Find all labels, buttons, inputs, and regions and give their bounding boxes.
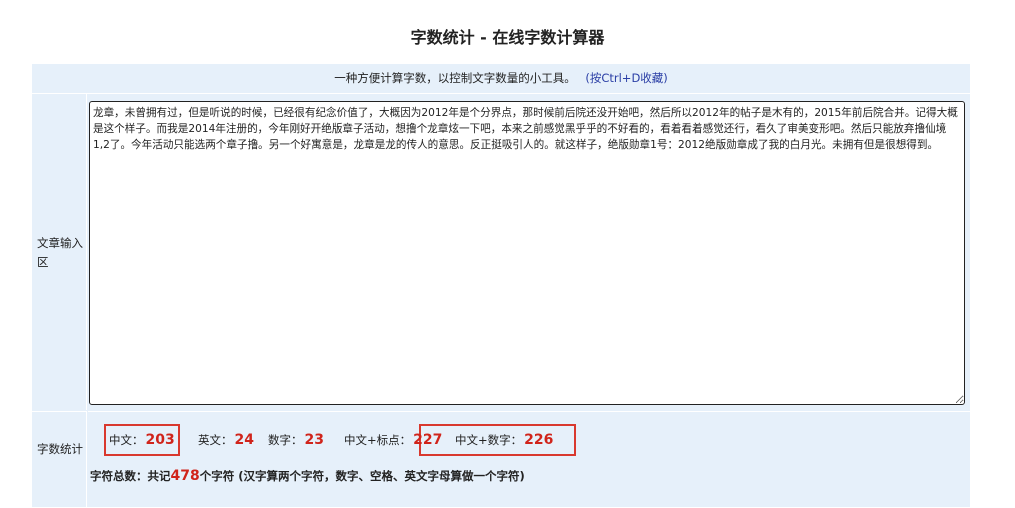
input-area-cell [88,94,970,410]
english-count-label: 英文： [198,433,233,447]
english-count-value: 24 [234,432,254,448]
input-area-label-cell: 文章输入区 [32,94,87,410]
chinese-punct-count-value: 227 [413,432,443,448]
chinese-digits-count: 中文+数字： 226 [455,432,553,448]
total-suffix: 个字符 (汉字算两个字符，数字、空格、英文字母算做一个字符) [199,469,525,483]
chinese-count-value: 203 [145,432,175,448]
chinese-punct-count-label: 中文+标点： [344,433,412,447]
digits-count-label: 数字： [268,433,303,447]
digits-count-value: 23 [304,432,324,448]
article-input[interactable] [89,101,965,405]
word-count-tool: 一种方便计算字数，以控制文字数量的小工具。 (按Ctrl+D收藏) 文章输入区 … [32,64,970,507]
chinese-count: 中文： 203 [109,432,175,448]
stats-cell: 中文： 203 英文： 24 数字： 23 中文+标点： 227 中文+数字： 226 字… [88,411,970,508]
chinese-digits-count-value: 226 [524,432,554,448]
chinese-punct-count: 中文+标点： 227 [344,432,442,448]
chinese-digits-count-label: 中文+数字： [455,433,523,447]
total-prefix: 字符总数：共记 [90,469,171,483]
stats-label: 字数统计 [37,442,83,456]
tool-subtitle-row: 一种方便计算字数，以控制文字数量的小工具。 (按Ctrl+D收藏) [32,64,970,94]
page-title: 字数统计 - 在线字数计算器 [410,28,605,47]
input-area-label: 文章输入区 [37,236,83,269]
favorite-hint: (按Ctrl+D收藏) [585,71,668,85]
tool-subtitle: 一种方便计算字数，以控制文字数量的小工具。 [334,71,576,85]
stats-label-cell: 字数统计 [32,411,87,507]
digits-count: 数字： 23 [268,432,324,448]
total-characters: 字符总数：共记478个字符 (汉字算两个字符，数字、空格、英文字母算做一个字符) [90,468,525,484]
chinese-count-label: 中文： [109,433,144,447]
english-count: 英文： 24 [198,432,254,448]
total-value: 478 [170,468,200,484]
